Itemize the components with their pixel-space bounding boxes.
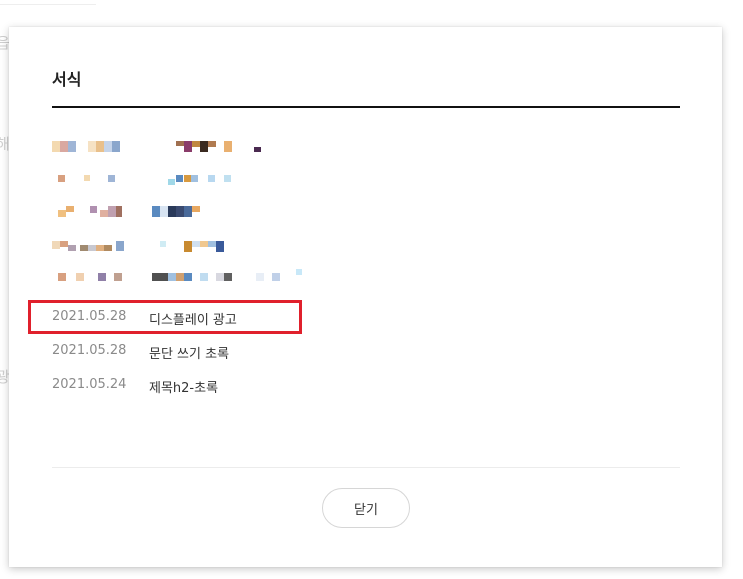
- title-divider: [52, 106, 680, 108]
- template-name: 제목h2-초록: [149, 381, 219, 396]
- template-date: 2021.05.24: [52, 377, 127, 392]
- template-date: 2021.05.28: [52, 343, 127, 358]
- background-divider: [0, 4, 96, 5]
- highlight-box: [28, 300, 302, 334]
- footer-divider: [52, 467, 680, 468]
- dialog-title: 서식: [52, 70, 82, 89]
- template-name: 문단 쓰기 초록: [149, 347, 230, 362]
- template-dialog: 서식 2021.05.28 디스플레이 광고 2021.05.28 문단 쓰기 …: [9, 27, 722, 567]
- close-button[interactable]: 닫기: [322, 488, 410, 528]
